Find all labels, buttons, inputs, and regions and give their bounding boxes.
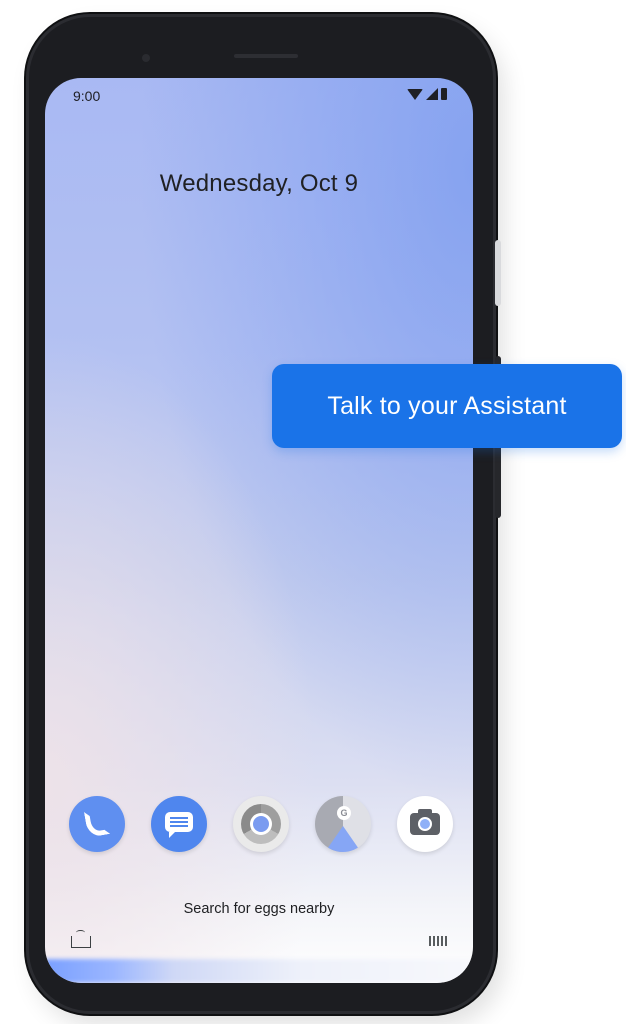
phone-app-icon[interactable]: [69, 796, 125, 852]
assistant-callout: Talk to your Assistant: [272, 364, 622, 448]
lens-icon[interactable]: [71, 930, 91, 948]
assistant-query-text: Search for eggs nearby: [183, 901, 335, 917]
phone-icon: [83, 808, 111, 838]
phone-screen: 9:00 Wednesday, Oct 9 G Search for eggs …: [45, 78, 473, 983]
front-camera: [142, 54, 150, 62]
earpiece-speaker: [234, 54, 298, 58]
wifi-icon: [407, 89, 423, 100]
maps-pin-icon: G: [337, 806, 351, 820]
messages-app-icon[interactable]: [151, 796, 207, 852]
message-lines: [170, 817, 188, 827]
status-icons: [407, 88, 447, 100]
battery-icon: [441, 88, 447, 100]
chrome-app-icon[interactable]: [233, 796, 289, 852]
power-button: [495, 240, 501, 306]
camera-lens: [418, 817, 432, 831]
lock-screen-date: Wednesday, Oct 9: [159, 170, 359, 197]
maps-app-icon[interactable]: G: [315, 796, 371, 852]
maps-route-shape: [325, 826, 361, 852]
assistant-glow-bar: [45, 959, 473, 983]
status-time: 9:00: [73, 88, 101, 104]
signal-icon: [426, 88, 438, 100]
app-dock: G: [69, 796, 453, 856]
keyboard-icon[interactable]: [429, 936, 449, 946]
chrome-dot: [253, 816, 269, 832]
camera-app-icon[interactable]: [397, 796, 453, 852]
